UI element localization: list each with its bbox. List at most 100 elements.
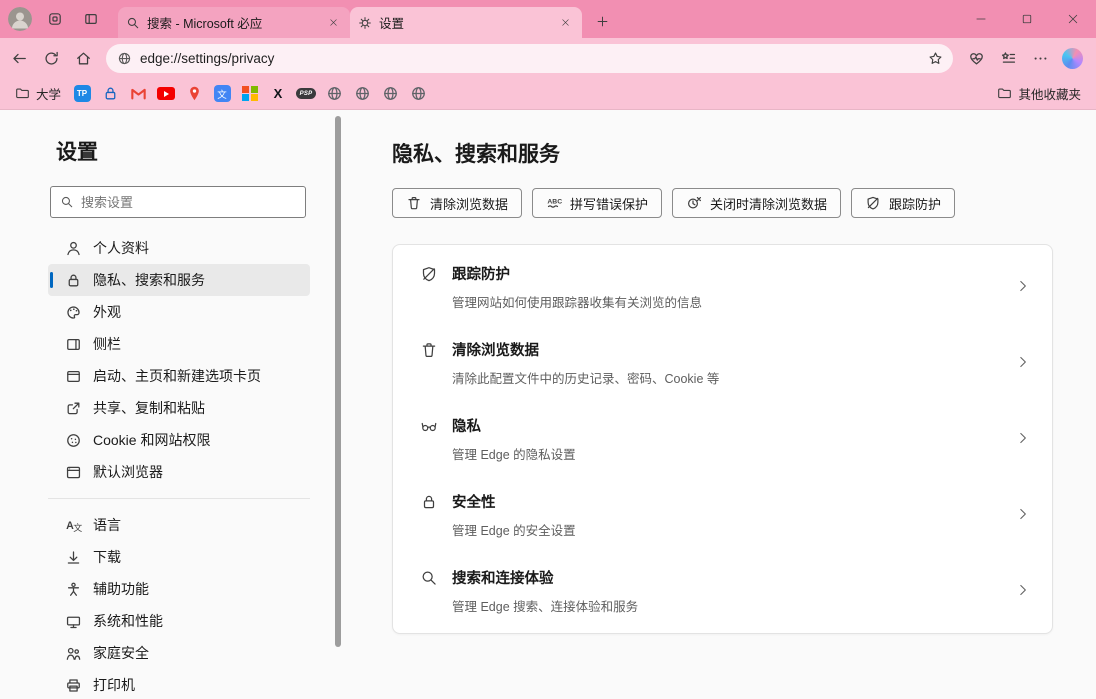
chevron-right-icon (1016, 507, 1032, 523)
row-privacy[interactable]: 隐私 管理 Edge 的隐私设置 (393, 401, 1052, 477)
bookmark-globe-3[interactable] (378, 82, 402, 106)
row-search-services[interactable]: 搜索和连接体验 管理 Edge 搜索、连接体验和服务 (393, 553, 1052, 629)
row-desc: 管理网站如何使用跟踪器收集有关浏览的信息 (452, 292, 702, 311)
sidebar-item-label: 隐私、搜索和服务 (93, 270, 205, 290)
bookmark-tp[interactable]: TP (70, 82, 94, 106)
favorite-star-icon[interactable] (923, 46, 947, 70)
sidebar-item-label: 下载 (93, 547, 121, 567)
folder-icon (997, 86, 1012, 101)
button-label: 跟踪防护 (889, 194, 941, 213)
svg-text:文: 文 (73, 521, 82, 532)
title-bar: 搜索 - Microsoft 必应 设置 (0, 0, 1096, 38)
settings-search-input[interactable] (81, 195, 296, 210)
sidebar-item-label: 辅助功能 (93, 579, 149, 599)
other-favorites-button[interactable]: 其他收藏夹 (992, 82, 1086, 106)
sidebar-item-downloads[interactable]: 下载 (48, 541, 310, 573)
sidebar-item-label: 侧栏 (93, 334, 121, 354)
bookmark-lock[interactable] (98, 82, 122, 106)
bookmark-maps[interactable] (182, 82, 206, 106)
clear-on-close-button[interactable]: 关闭时清除浏览数据 (672, 188, 841, 218)
window-controls (958, 0, 1096, 38)
sidebar-item-printers[interactable]: 打印机 (48, 669, 310, 699)
row-security[interactable]: 安全性 管理 Edge 的安全设置 (393, 477, 1052, 553)
typo-protection-button[interactable]: ABC 拼写错误保护 (532, 188, 662, 218)
sidebar-item-privacy[interactable]: 隐私、搜索和服务 (48, 264, 310, 296)
sidebar-item-sidebar[interactable]: 侧栏 (48, 328, 310, 360)
site-info-icon[interactable] (117, 51, 132, 66)
bookmark-folder-university[interactable]: 大学 (10, 82, 66, 106)
browser-essentials-icon[interactable] (961, 43, 991, 73)
sidebar-icon (64, 335, 82, 353)
close-button[interactable] (1050, 0, 1096, 38)
settings-main: 隐私、搜索和服务 清除浏览数据 ABC 拼写错误保护 关闭时清除浏览数据 跟踪防… (344, 110, 1096, 699)
back-icon[interactable] (4, 43, 34, 73)
sidebar-item-startup[interactable]: 启动、主页和新建选项卡页 (48, 360, 310, 392)
favorites-hub-icon[interactable] (993, 43, 1023, 73)
bookmark-x[interactable]: X (266, 82, 290, 106)
sidebar-item-share[interactable]: 共享、复制和粘贴 (48, 392, 310, 424)
refresh-icon[interactable] (36, 43, 66, 73)
sidebar-item-label: 共享、复制和粘贴 (93, 398, 205, 418)
row-desc: 管理 Edge 的安全设置 (452, 520, 576, 539)
tab-strip: 搜索 - Microsoft 必应 设置 (118, 0, 616, 38)
chevron-right-icon (1016, 355, 1032, 371)
bookmark-gmail[interactable] (126, 82, 150, 106)
bookmark-globe-1[interactable] (322, 82, 346, 106)
minimize-button[interactable] (958, 0, 1004, 38)
new-tab-button[interactable] (588, 7, 616, 35)
sidebar-item-appearance[interactable]: 外观 (48, 296, 310, 328)
x-logo-icon: X (274, 86, 283, 101)
bookmark-globe-4[interactable] (406, 82, 430, 106)
globe-icon (326, 85, 343, 102)
url-text[interactable]: edge://settings/privacy (140, 51, 915, 66)
sidebar-scrollbar[interactable] (334, 110, 344, 699)
copilot-icon[interactable] (1062, 48, 1083, 69)
navigation-bar: edge://settings/privacy (0, 38, 1096, 78)
settings-search-box[interactable] (50, 186, 306, 218)
blue-lock-icon (102, 85, 119, 102)
accessibility-icon (64, 580, 82, 598)
privacy-lock-icon (64, 271, 82, 289)
bookmark-psp[interactable]: PSP (294, 82, 318, 106)
sidebar-item-family[interactable]: 家庭安全 (48, 637, 310, 669)
sidebar-item-default-browser[interactable]: 默认浏览器 (48, 456, 310, 488)
maximize-button[interactable] (1004, 0, 1050, 38)
tab-bing-search[interactable]: 搜索 - Microsoft 必应 (118, 7, 350, 38)
row-title: 隐私 (452, 415, 576, 436)
bookmark-ms-grid[interactable] (238, 82, 262, 106)
tab-settings[interactable]: 设置 (350, 7, 582, 38)
profile-avatar[interactable] (8, 7, 32, 31)
sidebar-item-profile[interactable]: 个人资料 (48, 232, 310, 264)
button-label: 清除浏览数据 (430, 194, 508, 213)
home-icon[interactable] (68, 43, 98, 73)
bookmarks-bar: 大学 TP 文 X PSP (0, 78, 1096, 110)
sidebar-item-cookies[interactable]: Cookie 和网站权限 (48, 424, 310, 456)
row-desc: 管理 Edge 搜索、连接体验和服务 (452, 596, 638, 615)
row-title: 搜索和连接体验 (452, 567, 638, 588)
sidebar-item-languages[interactable]: A文 语言 (48, 509, 310, 541)
bookmark-translate[interactable]: 文 (210, 82, 234, 106)
sidebar-item-label: Cookie 和网站权限 (93, 430, 210, 450)
settings-sidebar: 设置 个人资料 隐私、搜索和服务 外观 (0, 110, 334, 699)
scrollbar-thumb[interactable] (335, 116, 341, 647)
row-tracking-prevention[interactable]: 跟踪防护 管理网站如何使用跟踪器收集有关浏览的信息 (393, 249, 1052, 325)
tracking-prevention-button[interactable]: 跟踪防护 (851, 188, 955, 218)
address-bar[interactable]: edge://settings/privacy (106, 44, 953, 73)
button-label: 关闭时清除浏览数据 (710, 194, 827, 213)
bookmark-globe-2[interactable] (350, 82, 374, 106)
workspaces-icon[interactable] (42, 6, 68, 32)
row-title: 清除浏览数据 (452, 339, 719, 360)
sidebar-item-system[interactable]: 系统和性能 (48, 605, 310, 637)
youtube-icon (157, 87, 175, 100)
globe-icon (410, 85, 427, 102)
tab-close-icon[interactable] (556, 14, 574, 32)
tab-close-icon[interactable] (324, 14, 342, 32)
bookmark-youtube[interactable] (154, 82, 178, 106)
sidebar-item-accessibility[interactable]: 辅助功能 (48, 573, 310, 605)
default-browser-icon (64, 463, 82, 481)
clock-clear-icon (686, 195, 702, 211)
tab-actions-icon[interactable] (78, 6, 104, 32)
row-clear-browsing-data[interactable]: 清除浏览数据 清除此配置文件中的历史记录、密码、Cookie 等 (393, 325, 1052, 401)
clear-browsing-data-button[interactable]: 清除浏览数据 (392, 188, 522, 218)
more-menu-icon[interactable] (1025, 43, 1055, 73)
